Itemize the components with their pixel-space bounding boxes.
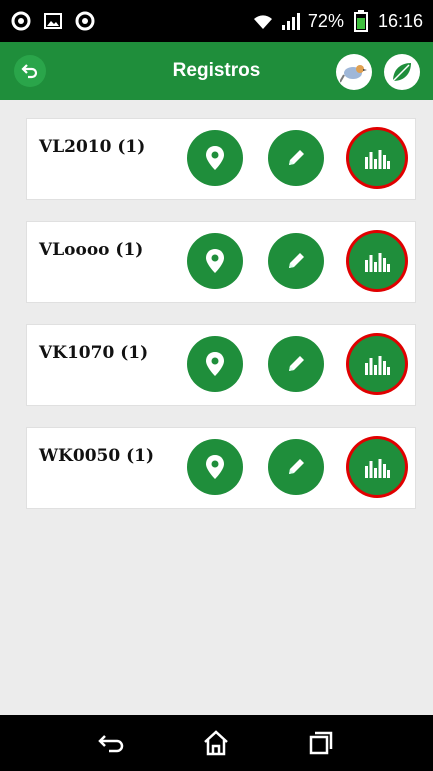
pencil-icon	[289, 150, 304, 165]
record-card: VLoooo (1)	[26, 221, 416, 303]
recents-icon	[309, 731, 333, 755]
location-button[interactable]	[187, 130, 243, 186]
pencil-icon	[289, 459, 304, 474]
sync-notification-icon-2	[74, 10, 96, 32]
record-label: VL2010 (1)	[39, 137, 146, 157]
leaf-icon	[392, 63, 411, 82]
location-button[interactable]	[187, 233, 243, 289]
system-recents-button[interactable]	[301, 723, 341, 763]
stats-button[interactable]	[349, 233, 405, 289]
wifi-icon	[252, 10, 274, 32]
battery-percent: 72%	[307, 10, 344, 31]
bar-chart-icon	[365, 253, 390, 272]
map-pin-icon	[206, 146, 224, 170]
edit-button[interactable]	[268, 336, 324, 392]
location-button[interactable]	[187, 439, 243, 495]
edit-button[interactable]	[268, 233, 324, 289]
stats-button[interactable]	[349, 439, 405, 495]
app-bar: Registros	[0, 42, 433, 100]
back-button[interactable]	[14, 55, 46, 87]
sync-notification-icon	[10, 10, 32, 32]
system-back-button[interactable]	[92, 723, 132, 763]
clock: 16:16	[377, 10, 423, 31]
bar-chart-icon	[365, 459, 390, 478]
status-left	[10, 10, 96, 32]
record-label: WK0050 (1)	[39, 446, 155, 466]
system-home-button[interactable]	[196, 723, 236, 763]
signal-icon	[280, 10, 302, 32]
battery-icon	[350, 10, 372, 32]
stats-button[interactable]	[349, 130, 405, 186]
edit-button[interactable]	[268, 130, 324, 186]
bird-button[interactable]	[336, 54, 372, 90]
home-icon	[204, 730, 229, 756]
system-nav-bar	[0, 715, 433, 771]
map-pin-icon	[206, 249, 224, 273]
bar-chart-icon	[365, 356, 390, 375]
back-icon	[98, 735, 124, 753]
status-bar: 72% 16:16	[0, 0, 433, 42]
map-pin-icon	[206, 352, 224, 376]
bird-icon	[340, 65, 367, 83]
record-card: WK0050 (1)	[26, 427, 416, 509]
record-card: VK1070 (1)	[26, 324, 416, 406]
map-pin-icon	[206, 455, 224, 479]
status-right: 72% 16:16	[252, 10, 423, 32]
image-notification-icon	[42, 10, 64, 32]
record-label: VK1070 (1)	[39, 343, 149, 363]
back-arrow-icon	[21, 64, 38, 79]
pencil-icon	[289, 356, 304, 371]
records-list: VL2010 (1) VLoooo (1) VK1070 (1) WK0050 …	[26, 118, 416, 530]
leaf-button[interactable]	[384, 54, 420, 90]
location-button[interactable]	[187, 336, 243, 392]
record-label: VLoooo (1)	[39, 240, 144, 260]
stats-button[interactable]	[349, 336, 405, 392]
bar-chart-icon	[365, 150, 390, 169]
edit-button[interactable]	[268, 439, 324, 495]
pencil-icon	[289, 253, 304, 268]
record-card: VL2010 (1)	[26, 118, 416, 200]
